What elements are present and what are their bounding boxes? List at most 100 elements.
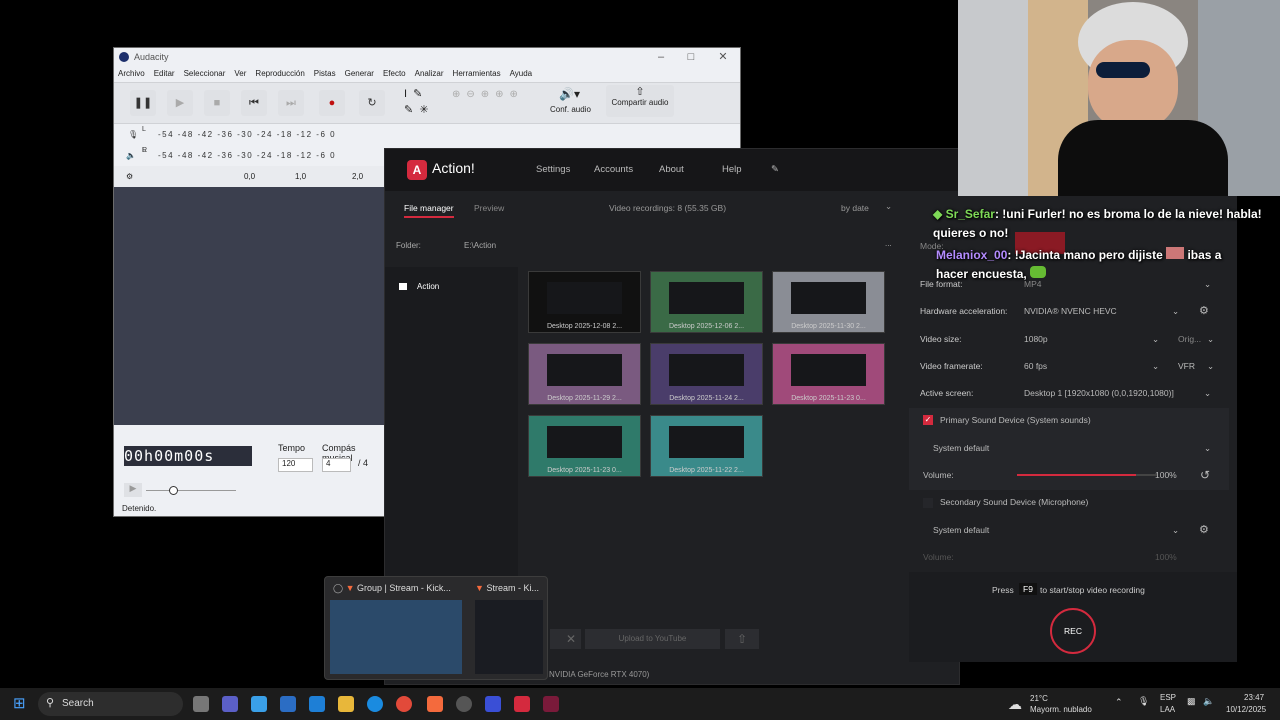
clock-date[interactable]: 10/12/2025 — [1226, 705, 1266, 714]
chevron-down-icon[interactable]: ⌄ — [885, 201, 892, 212]
search-box[interactable]: ⚲ Search — [38, 692, 183, 716]
active-screen-select[interactable]: Desktop 1 [1920x1080 (0,0,1920,1080)] — [1024, 383, 1174, 403]
speed-slider[interactable] — [146, 490, 236, 491]
thumbnail[interactable]: Desktop 2025-11-24 2... — [650, 343, 763, 405]
tab-file-manager[interactable]: File manager — [404, 203, 454, 218]
thumbnail[interactable]: Desktop 2025-11-29 2... — [528, 343, 641, 405]
upload-icon[interactable]: ⇧ — [725, 629, 759, 649]
play-button[interactable]: ▶ — [167, 90, 193, 116]
tab-preview[interactable]: Preview — [474, 203, 504, 213]
volume-icon[interactable]: 🔈 — [1203, 696, 1214, 707]
clock-time[interactable]: 23:47 — [1244, 693, 1264, 702]
record-meter[interactable]: 🎙 LR -54 -48 -42 -36 -30 -24 -18 -12 -6 … — [114, 124, 740, 154]
obs-icon[interactable] — [456, 696, 472, 712]
chrome-icon[interactable] — [396, 696, 412, 712]
share-audio-button[interactable]: ⇧ Compartir audio — [606, 85, 674, 117]
rec-button[interactable]: REC — [1050, 608, 1096, 654]
lang-indicator-2[interactable]: LAA — [1160, 705, 1175, 714]
sort-select[interactable]: by date — [841, 203, 869, 213]
chevron-down-icon[interactable]: ⌄ — [1204, 438, 1211, 458]
pause-button[interactable]: ❚❚ — [130, 90, 156, 116]
reset-icon[interactable]: ↺ — [1200, 465, 1210, 485]
thumbnail[interactable]: Desktop 2025-12-06 2... — [650, 271, 763, 333]
speed-slider-thumb[interactable] — [169, 486, 178, 495]
weather-desc[interactable]: Mayorm. nublado — [1030, 705, 1092, 714]
menu-analizar[interactable]: Analizar — [415, 69, 444, 78]
record-button[interactable]: ● — [319, 90, 345, 116]
nav-help[interactable]: Help — [722, 164, 742, 175]
close-button[interactable]: ✕ — [708, 48, 738, 66]
chevron-down-icon[interactable]: ⌄ — [1152, 356, 1159, 376]
menu-reproduccion[interactable]: Reproducción — [255, 69, 304, 78]
sidebar-item-action[interactable]: Action — [417, 282, 439, 291]
menu-seleccionar[interactable]: Seleccionar — [184, 69, 226, 78]
menu-archivo[interactable]: Archivo — [118, 69, 145, 78]
thumbnail[interactable]: Desktop 2025-11-22 2... — [650, 415, 763, 477]
menu-editar[interactable]: Editar — [154, 69, 175, 78]
network-icon[interactable]: ▩ — [1187, 696, 1196, 707]
upload-youtube-button[interactable]: Upload to YouTube — [585, 629, 720, 649]
stop-button[interactable]: ■ — [204, 90, 230, 116]
chevron-up-icon[interactable]: ⌃ — [1115, 697, 1123, 708]
nav-settings[interactable]: Settings — [536, 164, 570, 175]
zoom-icons[interactable]: ⊕⊖⊕⊕⊕ — [452, 89, 524, 100]
play-at-speed-button[interactable]: ▶ — [124, 483, 142, 497]
chevron-down-icon[interactable]: ⌄ — [1172, 520, 1179, 540]
conf-audio-label[interactable]: Conf. audio — [550, 105, 591, 114]
nav-accounts[interactable]: Accounts — [594, 164, 633, 175]
tempo-input[interactable]: 120 — [278, 458, 313, 472]
file-explorer-icon[interactable] — [338, 696, 354, 712]
mail-icon[interactable] — [309, 696, 325, 712]
folder-path[interactable]: E:\Action — [464, 241, 496, 250]
edge-icon[interactable] — [367, 696, 383, 712]
chevron-down-icon[interactable]: ⌄ — [1207, 356, 1214, 376]
weather-icon[interactable]: ☁ — [1008, 696, 1022, 713]
draw-tool-icon[interactable]: ✎ ✳ — [404, 103, 429, 116]
system-default-select-2[interactable]: System default — [933, 520, 989, 540]
action-app-icon[interactable] — [514, 696, 530, 712]
speaker-icon[interactable]: 🔊▾ — [559, 87, 580, 101]
system-default-select[interactable]: System default — [933, 438, 989, 458]
time-display[interactable]: 00h00m00s — [124, 446, 252, 466]
video-size-orig-select[interactable]: Orig... — [1178, 329, 1201, 349]
volume-slider[interactable] — [1017, 474, 1157, 476]
framerate-select[interactable]: 60 fps — [1024, 356, 1047, 376]
thumbnail[interactable]: Desktop 2025-12-08 2... — [528, 271, 641, 333]
framerate-mode-select[interactable]: VFR — [1178, 356, 1195, 376]
menu-efecto[interactable]: Efecto — [383, 69, 406, 78]
primary-sound-checkbox[interactable]: ✓ — [923, 415, 933, 425]
folder-more-button[interactable]: ... — [885, 239, 892, 248]
preview-thumbnail[interactable] — [330, 600, 462, 674]
skip-end-button[interactable]: ⏭ — [278, 90, 304, 116]
menu-herramientas[interactable]: Herramientas — [453, 69, 501, 78]
nav-about[interactable]: About — [659, 164, 684, 175]
gear-icon[interactable]: ⚙ — [126, 166, 133, 187]
hw-accel-select[interactable]: NVIDIA® NVENC HEVC — [1024, 301, 1117, 321]
menu-ver[interactable]: Ver — [234, 69, 246, 78]
thumbnail[interactable]: Desktop 2025-11-23 0... — [772, 343, 885, 405]
preview-thumbnail[interactable] — [475, 600, 543, 674]
menu-ayuda[interactable]: Ayuda — [510, 69, 533, 78]
skip-start-button[interactable]: ⏮ — [241, 90, 267, 116]
store-icon[interactable] — [280, 696, 296, 712]
maximize-button[interactable]: □ — [676, 48, 706, 66]
video-size-select[interactable]: 1080p — [1024, 329, 1048, 349]
copilot-icon[interactable] — [251, 696, 267, 712]
teams-icon[interactable] — [222, 696, 238, 712]
menu-generar[interactable]: Generar — [345, 69, 374, 78]
audacity-app-icon[interactable] — [543, 696, 559, 712]
loop-button[interactable]: ↻ — [359, 90, 385, 116]
menu-pistas[interactable]: Pistas — [314, 69, 336, 78]
chevron-down-icon[interactable]: ⌄ — [1152, 329, 1159, 349]
brush-icon[interactable]: ✎ — [771, 164, 779, 175]
chevron-down-icon[interactable]: ⌄ — [1172, 301, 1179, 321]
compas-num-input[interactable]: 4 — [322, 458, 351, 472]
task-view-icon[interactable] — [193, 696, 209, 712]
selection-tool-icon[interactable]: I ✎ — [404, 87, 422, 100]
compas-den[interactable]: 4 — [363, 458, 368, 468]
weather-temp[interactable]: 21°C — [1030, 694, 1048, 703]
gear-icon[interactable]: ⚙ — [1199, 520, 1209, 540]
minimize-button[interactable]: – — [646, 48, 676, 66]
thumbnail[interactable]: Desktop 2025-11-23 0... — [528, 415, 641, 477]
track-area[interactable] — [114, 187, 384, 425]
